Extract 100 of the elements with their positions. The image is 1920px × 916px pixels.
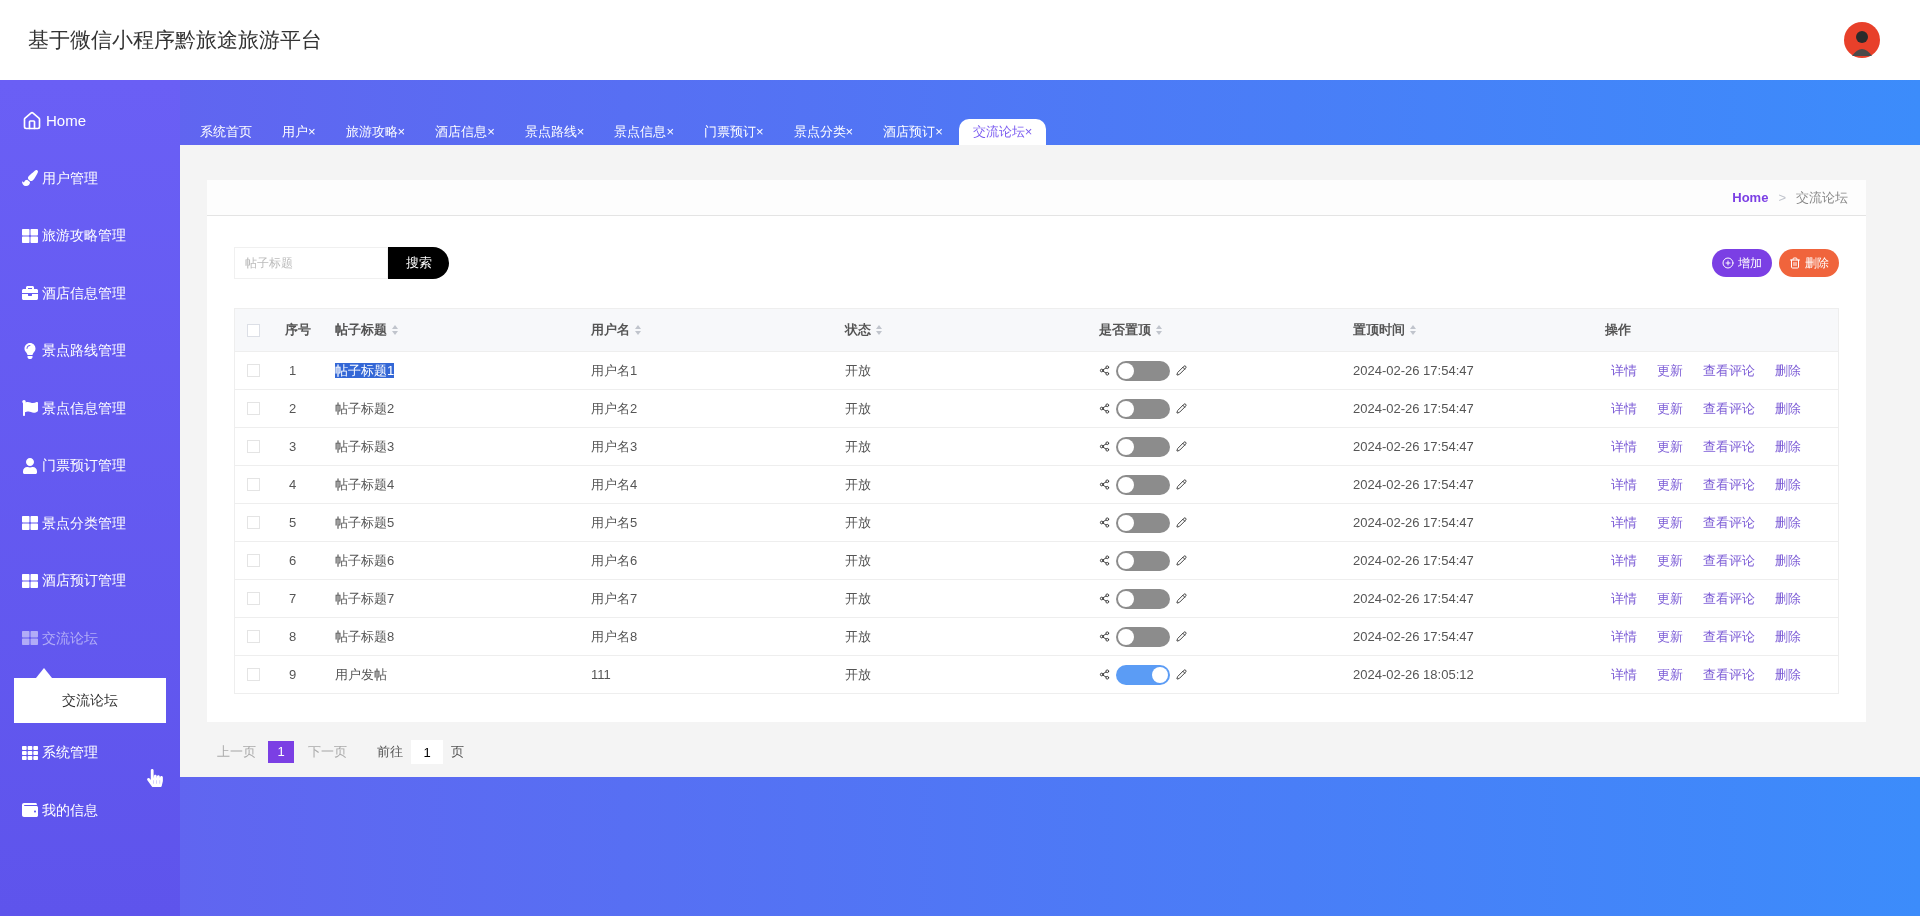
pencil-icon[interactable] [1176, 631, 1187, 642]
search-button[interactable]: 搜索 [388, 247, 449, 279]
select-all-checkbox[interactable] [247, 323, 260, 337]
share-icon[interactable] [1099, 593, 1110, 604]
action-link[interactable]: 详情 [1611, 360, 1637, 381]
sidebar-item[interactable]: Home [0, 92, 180, 150]
pencil-icon[interactable] [1176, 593, 1187, 604]
share-icon[interactable] [1099, 479, 1110, 490]
avatar[interactable] [1844, 22, 1880, 58]
breadcrumb-link[interactable]: Home [1732, 187, 1769, 208]
delete-button[interactable]: 删除 [1779, 249, 1839, 277]
action-link[interactable]: 删除 [1775, 398, 1801, 419]
action-link[interactable]: 更新 [1657, 398, 1683, 419]
tab[interactable]: 系统首页 [186, 119, 266, 145]
action-link[interactable]: 详情 [1611, 512, 1637, 533]
pencil-icon[interactable] [1176, 479, 1187, 490]
sidebar-item[interactable]: 我的信息 [0, 781, 180, 839]
row-checkbox[interactable] [247, 364, 260, 377]
action-link[interactable]: 详情 [1611, 474, 1637, 495]
toggle-switch[interactable] [1116, 626, 1170, 647]
action-link[interactable]: 查看评论 [1703, 626, 1755, 647]
row-checkbox[interactable] [247, 402, 260, 415]
close-icon[interactable]: × [755, 122, 764, 142]
close-icon[interactable]: × [397, 122, 406, 142]
action-link[interactable]: 更新 [1657, 550, 1683, 571]
page-input[interactable]: 1 [411, 740, 443, 764]
action-link[interactable]: 查看评论 [1703, 360, 1755, 381]
tab[interactable]: 酒店信息× [421, 119, 509, 145]
close-icon[interactable]: × [845, 122, 854, 142]
action-link[interactable]: 删除 [1775, 550, 1801, 571]
row-checkbox[interactable] [247, 554, 260, 567]
tab[interactable]: 景点信息× [600, 119, 688, 145]
row-checkbox[interactable] [247, 478, 260, 491]
row-checkbox[interactable] [247, 440, 260, 453]
action-link[interactable]: 查看评论 [1703, 436, 1755, 457]
action-link[interactable]: 详情 [1611, 664, 1637, 685]
action-link[interactable]: 查看评论 [1703, 588, 1755, 609]
toggle-switch[interactable] [1116, 588, 1170, 609]
pencil-icon[interactable] [1176, 517, 1187, 528]
pencil-icon[interactable] [1176, 555, 1187, 566]
row-checkbox[interactable] [247, 668, 260, 681]
sidebar-item[interactable]: 门票预订管理 [0, 437, 180, 495]
pencil-icon[interactable] [1176, 365, 1187, 376]
action-link[interactable]: 删除 [1775, 474, 1801, 495]
pencil-icon[interactable] [1176, 403, 1187, 414]
share-icon[interactable] [1099, 403, 1110, 414]
close-icon[interactable]: × [1024, 122, 1033, 142]
sidebar-item[interactable]: 旅游攻略管理 [0, 207, 180, 265]
tab[interactable]: 旅游攻略× [331, 119, 420, 145]
share-icon[interactable] [1099, 669, 1110, 680]
sidebar-item[interactable]: 酒店信息管理 [0, 264, 180, 322]
sidebar-item[interactable]: 酒店预订管理 [0, 552, 180, 610]
sidebar-item[interactable]: 景点信息管理 [0, 379, 180, 437]
action-link[interactable]: 详情 [1611, 398, 1637, 419]
action-link[interactable]: 更新 [1657, 474, 1683, 495]
close-icon[interactable]: × [935, 122, 943, 142]
share-icon[interactable] [1099, 555, 1110, 566]
tab[interactable]: 用户× [268, 119, 330, 145]
action-link[interactable]: 详情 [1611, 626, 1637, 647]
sidebar-item[interactable]: 用户管理 [0, 149, 180, 207]
toggle-switch[interactable] [1116, 512, 1170, 533]
sidebar-item[interactable]: 系统管理 [0, 724, 180, 782]
tab[interactable]: 景点分类× [779, 119, 868, 145]
toggle-switch[interactable] [1116, 474, 1170, 495]
action-link[interactable]: 删除 [1775, 512, 1801, 533]
action-link[interactable]: 查看评论 [1703, 474, 1755, 495]
share-icon[interactable] [1099, 631, 1110, 642]
share-icon[interactable] [1099, 441, 1110, 452]
tab[interactable]: 交流论坛× [958, 119, 1047, 145]
pencil-icon[interactable] [1176, 441, 1187, 452]
submenu-popup[interactable]: 交流论坛 [14, 678, 166, 723]
close-icon[interactable]: × [666, 122, 674, 142]
close-icon[interactable]: × [308, 122, 316, 142]
add-button[interactable]: 增加 [1712, 249, 1772, 277]
toggle-switch[interactable] [1116, 664, 1170, 685]
sidebar-item[interactable]: 景点分类管理 [0, 494, 180, 552]
action-link[interactable]: 查看评论 [1703, 398, 1755, 419]
sidebar-item[interactable]: 景点路线管理 [0, 322, 180, 380]
action-link[interactable]: 查看评论 [1703, 550, 1755, 571]
tab[interactable]: 酒店预订× [869, 119, 957, 145]
action-link[interactable]: 删除 [1775, 436, 1801, 457]
action-link[interactable]: 更新 [1657, 626, 1683, 647]
toggle-switch[interactable] [1116, 550, 1170, 571]
action-link[interactable]: 查看评论 [1703, 512, 1755, 533]
toggle-switch[interactable] [1116, 398, 1170, 419]
share-icon[interactable] [1099, 365, 1110, 376]
action-link[interactable]: 删除 [1775, 360, 1801, 381]
action-link[interactable]: 删除 [1775, 588, 1801, 609]
page-number[interactable]: 1 [268, 741, 294, 763]
action-link[interactable]: 查看评论 [1703, 664, 1755, 685]
action-link[interactable]: 删除 [1775, 626, 1801, 647]
tab[interactable]: 门票预订× [689, 119, 778, 145]
action-link[interactable]: 详情 [1611, 588, 1637, 609]
row-checkbox[interactable] [247, 630, 260, 643]
action-link[interactable]: 更新 [1657, 436, 1683, 457]
row-checkbox[interactable] [247, 516, 260, 529]
row-checkbox[interactable] [247, 592, 260, 605]
action-link[interactable]: 更新 [1657, 512, 1683, 533]
toggle-switch[interactable] [1116, 436, 1170, 457]
action-link[interactable]: 更新 [1657, 588, 1683, 609]
